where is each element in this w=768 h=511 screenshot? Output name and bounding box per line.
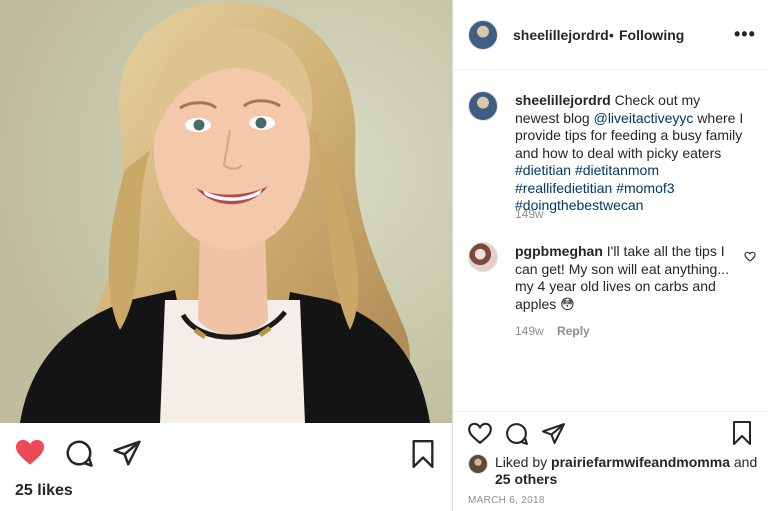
author-username[interactable]: sheelillejordrd — [513, 27, 609, 43]
bookmark-icon[interactable] — [732, 421, 752, 445]
actions-divider — [453, 411, 768, 412]
post-caption: sheelillejordrd Check out my newest blog… — [515, 92, 747, 215]
post-photo[interactable] — [0, 0, 452, 423]
commenter-avatar[interactable] — [468, 242, 498, 272]
liked-by-others[interactable]: 25 others — [495, 471, 557, 487]
heart-filled-icon[interactable] — [14, 438, 46, 466]
liked-by-prefix: Liked by — [495, 454, 548, 470]
hashtag-link[interactable]: #momof3 — [616, 180, 674, 196]
comment-bubble-icon[interactable] — [504, 421, 529, 446]
caption-timestamp[interactable]: 149w — [515, 207, 544, 221]
hashtag-link[interactable]: #dietitian — [515, 162, 571, 178]
comment-item: pgpbmeghan I'll take all the tips I can … — [515, 243, 747, 313]
post-date[interactable]: MARCH 6, 2018 — [468, 495, 545, 506]
caption-username[interactable]: sheelillejordrd — [515, 92, 611, 108]
author-avatar[interactable] — [468, 20, 498, 50]
hashtag-link[interactable]: #reallifedietitian — [515, 180, 612, 196]
heart-outline-icon[interactable] — [467, 421, 493, 445]
post-details-panel: sheelillejordrd • Following ••• sheelill… — [453, 0, 768, 511]
mention-link[interactable]: @liveitactiveyyc — [594, 110, 694, 126]
comment-timestamp[interactable]: 149w — [515, 324, 544, 338]
liked-by-summary: Liked by prairiefarmwifeandmomma and 25 … — [495, 454, 765, 488]
small-heart-icon[interactable] — [744, 251, 756, 262]
liker-avatar[interactable] — [468, 454, 488, 474]
instagram-post-view: 25 likes sheelillejordrd • Following •••… — [0, 0, 768, 511]
hashtag-link[interactable]: #dietitanmom — [575, 162, 659, 178]
comment-meta: 149w Reply — [515, 324, 590, 338]
comment-bubble-icon[interactable] — [64, 438, 94, 468]
reply-button[interactable]: Reply — [557, 324, 590, 338]
paper-plane-icon[interactable] — [541, 421, 566, 446]
portrait-illustration — [0, 0, 452, 423]
liker-username[interactable]: prairiefarmwifeandmomma — [551, 454, 730, 470]
caption-avatar[interactable] — [468, 91, 498, 121]
following-button[interactable]: Following — [619, 27, 684, 43]
follow-separator: • — [609, 27, 614, 43]
post-header: sheelillejordrd • Following ••• — [453, 0, 768, 70]
bookmark-icon[interactable] — [411, 440, 435, 468]
commenter-username[interactable]: pgpbmeghan — [515, 243, 603, 259]
paper-plane-icon[interactable] — [112, 438, 142, 468]
liked-by-conjunction: and — [733, 454, 758, 470]
likes-count[interactable]: 25 likes — [15, 482, 73, 500]
comment-emoji: 😳 — [560, 295, 575, 312]
more-options-icon[interactable]: ••• — [734, 24, 756, 45]
